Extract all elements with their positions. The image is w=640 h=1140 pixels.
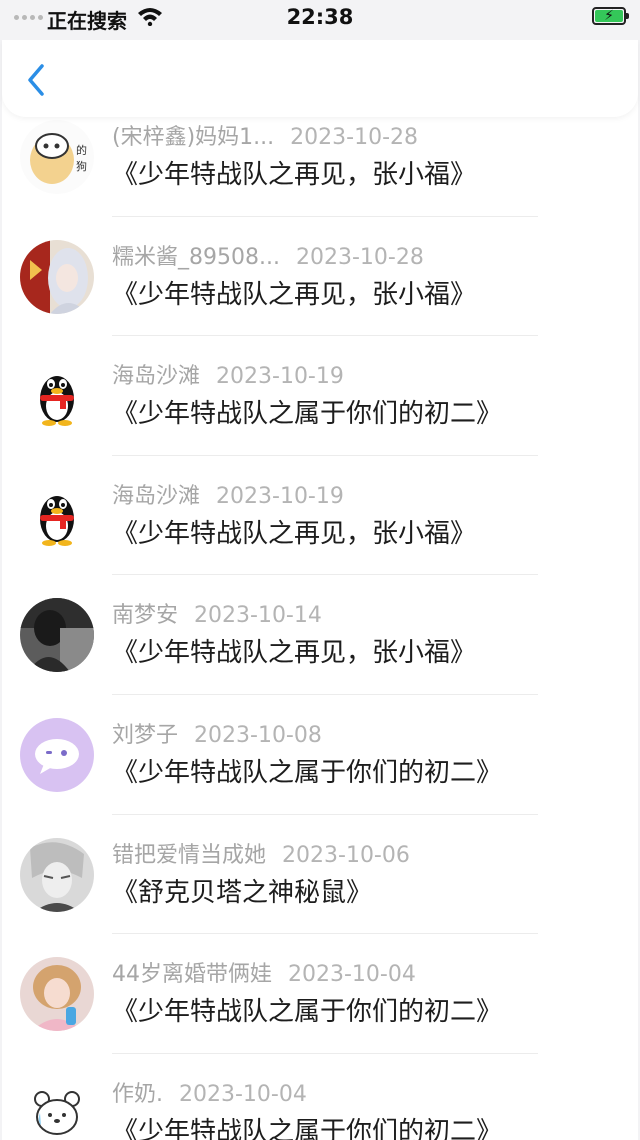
battery-icon: ⚡ [592, 7, 629, 25]
cartoon-bear-avatar [20, 1076, 94, 1140]
story-title: 《舒克贝塔之神秘鼠》 [112, 877, 373, 908]
record-list-page: 的狗 (宋梓鑫)妈妈1... 2023-10-28 《少年特战队之再见，张小福》 糯米酱… [2, 0, 638, 1140]
record-date: 2023-10-19 [216, 364, 344, 390]
story-title: 《少年特战队之属于你们的初二》 [112, 757, 503, 788]
qq-penguin-avatar [20, 359, 94, 434]
list-item[interactable]: 刘梦子 2023-10-08 《少年特战队之属于你们的初二》 [2, 695, 638, 815]
list-item[interactable]: 作奶. 2023-10-04 《少年特战队之属于你们的初二》 [2, 1054, 638, 1140]
chat-bubble-avatar [20, 717, 94, 792]
record-date: 2023-10-04 [288, 962, 416, 988]
user-name: 刘梦子 [112, 722, 179, 748]
record-date: 2023-10-08 [194, 722, 322, 748]
list-item[interactable]: 糯米酱_89508... 2023-10-28 《少年特战队之再见，张小福》 [2, 217, 638, 337]
sketch-boy-avatar [20, 837, 94, 912]
qq-penguin-avatar [20, 478, 94, 553]
status-bar: 正在搜索 22:38 ⚡ [0, 0, 640, 40]
list-item[interactable]: 错把爱情当成她 2023-10-06 《舒克贝塔之神秘鼠》 [2, 815, 638, 935]
user-name: 作奶. [112, 1081, 163, 1107]
story-title: 《少年特战队之再见，张小福》 [112, 638, 477, 669]
chevron-left-icon [28, 64, 44, 96]
user-name: 糯米酱_89508... [112, 244, 280, 270]
record-date: 2023-10-04 [179, 1081, 307, 1107]
story-title: 《少年特战队之再见，张小福》 [112, 279, 477, 310]
back-button[interactable] [20, 58, 60, 102]
story-title: 《少年特战队之属于你们的初二》 [112, 1116, 503, 1140]
svg-text:的: 的 [76, 143, 87, 157]
anime-girl-avatar [20, 239, 94, 314]
list-item[interactable]: 海岛沙滩 2023-10-19 《少年特战队之再见，张小福》 [2, 456, 638, 576]
record-meta: 44岁离婚带俩娃 2023-10-04 [112, 956, 416, 988]
cartoon-dog-avatar: 的狗 [20, 120, 94, 194]
record-meta: 刘梦子 2023-10-08 [112, 717, 322, 749]
record-meta: 南梦安 2023-10-14 [112, 597, 322, 629]
list-item[interactable]: 南梦安 2023-10-14 《少年特战队之再见，张小福》 [2, 575, 638, 695]
list-item[interactable]: 44岁离婚带俩娃 2023-10-04 《少年特战队之属于你们的初二》 [2, 934, 638, 1054]
user-name: (宋梓鑫)妈妈1... [112, 125, 275, 150]
user-name: 南梦安 [112, 603, 179, 629]
record-meta: 作奶. 2023-10-04 [112, 1076, 307, 1108]
record-date: 2023-10-06 [282, 842, 410, 868]
record-date: 2023-10-19 [216, 483, 344, 509]
user-name: 海岛沙滩 [112, 483, 201, 509]
svg-text:狗: 狗 [76, 160, 87, 173]
record-meta: 海岛沙滩 2023-10-19 [112, 478, 344, 510]
list-item[interactable]: 海岛沙滩 2023-10-19 《少年特战队之属于你们的初二》 [2, 336, 638, 456]
story-title: 《少年特战队之再见，张小福》 [112, 518, 477, 549]
user-name: 44岁离婚带俩娃 [112, 962, 272, 988]
navigation-bar [2, 40, 638, 117]
record-list: 的狗 (宋梓鑫)妈妈1... 2023-10-28 《少年特战队之再见，张小福》 糯米酱… [2, 97, 638, 1140]
story-title: 《少年特战队之属于你们的初二》 [112, 997, 503, 1028]
girl-photo-avatar [20, 957, 94, 1032]
record-date: 2023-10-14 [194, 603, 322, 629]
record-meta: 糯米酱_89508... 2023-10-28 [112, 239, 424, 271]
story-title: 《少年特战队之再见，张小福》 [112, 160, 477, 190]
user-name: 错把爱情当成她 [112, 842, 267, 868]
photo-avatar [20, 598, 94, 673]
record-meta: (宋梓鑫)妈妈1... 2023-10-28 [112, 119, 418, 151]
user-name: 海岛沙滩 [112, 364, 201, 390]
status-time: 22:38 [286, 5, 354, 29]
story-title: 《少年特战队之属于你们的初二》 [112, 399, 503, 430]
record-meta: 错把爱情当成她 2023-10-06 [112, 837, 410, 869]
record-date: 2023-10-28 [290, 125, 419, 150]
record-date: 2023-10-28 [295, 244, 424, 270]
record-meta: 海岛沙滩 2023-10-19 [112, 358, 344, 390]
